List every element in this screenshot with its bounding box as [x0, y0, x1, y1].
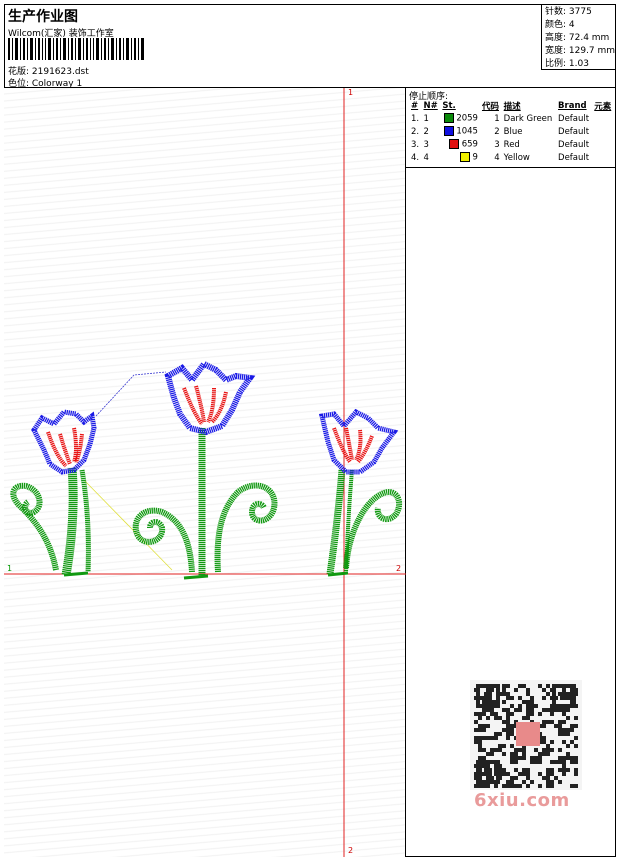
color-code: 3: [494, 139, 500, 150]
axis-marker-left: 1: [7, 564, 13, 573]
table-header-row: # N# St. 代码 描述 Brand 元素: [409, 100, 614, 112]
color-description: Yellow: [503, 152, 530, 163]
stitch-count-cell: 2059: [440, 112, 480, 125]
table-row: 2. 2 1045 2 Blue Default: [409, 125, 614, 138]
table-row: 4. 4 9 4 Yellow Default: [409, 151, 614, 164]
color-swatch: [459, 152, 470, 163]
stitch-count-cell: 659: [440, 138, 480, 151]
axis-marker-top: 1: [348, 88, 354, 97]
watermark: 6xiu.com: [474, 790, 570, 811]
table-row: 1. 1 2059 1 Dark Green Default: [409, 112, 614, 125]
thread-brand: Default: [558, 126, 590, 137]
page-title: 生产作业图: [8, 9, 78, 25]
design-height: 高度: 72.4 mm: [545, 33, 610, 43]
stitch-count-value: 2059: [456, 113, 478, 124]
element-cell: [592, 151, 614, 164]
element-cell: [592, 138, 614, 151]
element-cell: [592, 125, 614, 138]
color-description: Blue: [503, 126, 523, 137]
scale-ratio: 比例: 1.03: [545, 59, 589, 69]
color-description: Dark Green: [503, 113, 553, 124]
color-code: 4: [494, 152, 500, 163]
col-header: Brand: [558, 101, 587, 111]
color-swatch: [443, 126, 454, 137]
design-canvas: 1 2 1 2: [4, 88, 406, 857]
color-code: 2: [494, 126, 500, 137]
axis-marker-right: 2: [396, 564, 402, 573]
thread-brand: Default: [558, 152, 590, 163]
col-header: 元素: [594, 102, 612, 112]
needle-number: 1: [423, 113, 429, 124]
design-width: 宽度: 129.7 mm: [545, 46, 616, 56]
stitch-count-value: 1045: [456, 126, 478, 137]
needle-number: 4: [423, 152, 429, 163]
header: 生产作业图 Wilcom(汇家) 装饰工作室 花版: 2191623.dst 色…: [4, 4, 616, 89]
stop-sequence-table: # N# St. 代码 描述 Brand 元素 1. 1 2059 1 Dark Gr…: [409, 100, 614, 164]
col-header: N#: [423, 101, 438, 111]
stats-box: 针数: 3775 颜色: 4 高度: 72.4 mm 宽度: 129.7 mm …: [541, 4, 616, 70]
row-index: 1.: [411, 113, 420, 124]
qr-code: [470, 680, 582, 790]
thread-brand: Default: [558, 113, 590, 124]
stitch-count-value: 9: [472, 152, 478, 163]
color-swatch: [449, 139, 460, 150]
stitch-count-cell: 1045: [440, 125, 480, 138]
needle-number: 3: [423, 139, 429, 150]
color-swatch: [443, 113, 454, 124]
table-row: 3. 3 659 3 Red Default: [409, 138, 614, 151]
embroidery-preview: [4, 88, 406, 857]
stitch-count-cell: 9: [440, 151, 480, 164]
tulip-left: [10, 409, 97, 577]
col-header: St.: [442, 101, 456, 111]
col-header: 描述: [503, 102, 521, 112]
qr-logo: [516, 722, 540, 746]
barcode: [8, 38, 144, 60]
needle-number: 2: [423, 126, 429, 137]
stop-sequence-panel: 停止顺序: # N# St. 代码 描述 Brand 元素 1. 1 2059 1 D…: [406, 88, 616, 168]
thread-brand: Default: [558, 139, 590, 150]
col-header: #: [411, 101, 419, 111]
color-count: 颜色: 4: [545, 20, 575, 30]
axis-marker-bottom: 2: [348, 846, 354, 855]
stitch-count-value: 659: [461, 139, 478, 150]
element-cell: [592, 112, 614, 125]
row-index: 3.: [411, 139, 420, 150]
tulip-right: [318, 408, 403, 577]
color-description: Red: [503, 139, 520, 150]
jump-thread-blue: [95, 371, 167, 417]
stitch-count: 针数: 3775: [545, 7, 592, 17]
color-code: 1: [494, 113, 500, 124]
col-header: 代码: [481, 102, 499, 112]
row-index: 4.: [411, 152, 420, 163]
tulip-middle: [132, 360, 278, 580]
row-index: 2.: [411, 126, 420, 137]
